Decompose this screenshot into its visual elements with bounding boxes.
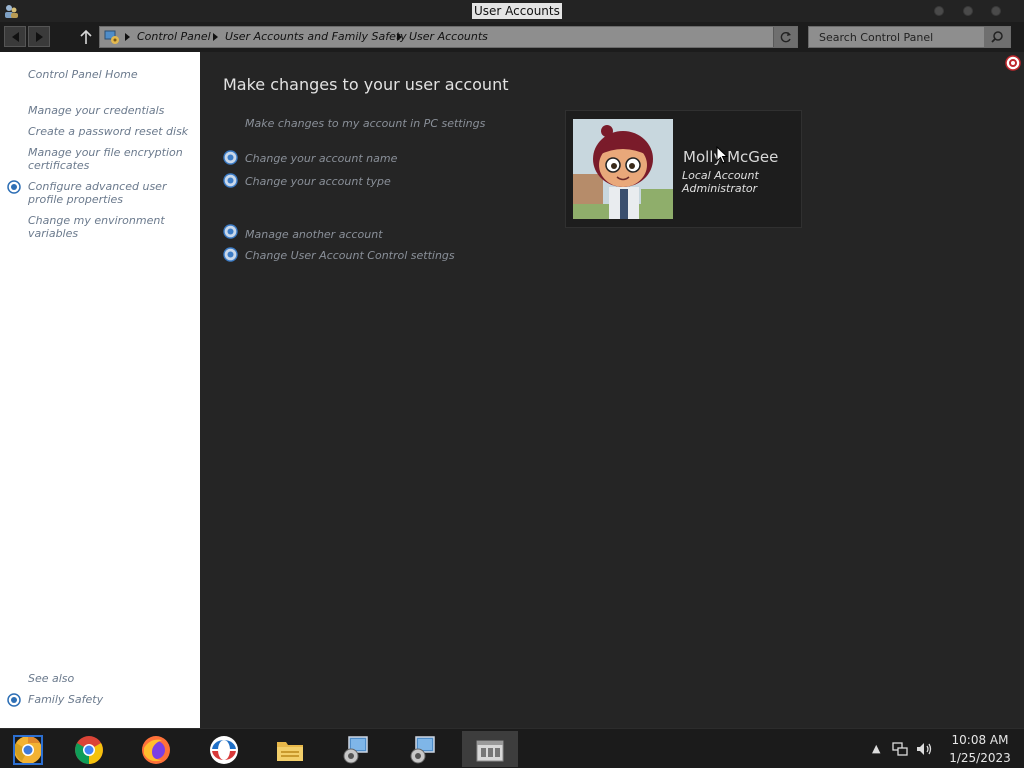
chrome-canary-icon: [13, 735, 43, 765]
mouse-cursor-icon: [716, 146, 728, 164]
breadcrumb-user-accounts-family-safety[interactable]: User Accounts and Family Safety: [225, 30, 407, 43]
manage-encryption-certificates-link[interactable]: Manage your file encryption certificates: [28, 146, 193, 172]
taskbar-opera[interactable]: [196, 731, 252, 767]
pc-settings-link[interactable]: Make changes to my account in PC setting…: [245, 117, 485, 130]
manage-another-account-link[interactable]: Manage another account: [245, 228, 383, 241]
breadcrumb-separator: [125, 33, 130, 41]
help-icon[interactable]: [1005, 55, 1021, 71]
taskbar-control-panel-2[interactable]: [395, 731, 451, 767]
network-icon[interactable]: [892, 741, 908, 757]
shield-icon: [7, 180, 21, 194]
see-also-heading: See also: [28, 672, 75, 685]
uac-settings-link[interactable]: Change User Account Control settings: [245, 249, 455, 262]
shield-icon: [223, 224, 238, 239]
back-button[interactable]: [4, 26, 26, 47]
change-account-name-link[interactable]: Change your account name: [245, 152, 397, 165]
user-name: Molly McGee: [683, 148, 779, 166]
search-button[interactable]: [984, 27, 1010, 47]
shield-icon: [223, 150, 238, 165]
breadcrumb-separator: [397, 33, 402, 41]
clock-time[interactable]: 10:08 AM: [940, 733, 1020, 747]
up-arrow-icon[interactable]: [78, 28, 94, 46]
taskbar-chrome[interactable]: [61, 731, 117, 767]
family-safety-link[interactable]: Family Safety: [28, 693, 193, 706]
configure-user-profile-link[interactable]: Configure advanced user profile properti…: [28, 180, 193, 206]
control-panel-icon: [343, 736, 368, 764]
user-account-card: Molly McGee Local Account Administrator: [565, 110, 802, 228]
window-switcher-icon: [476, 740, 504, 762]
main-content: Make changes to your user account Make c…: [200, 52, 1024, 728]
address-bar[interactable]: Control Panel User Accounts and Family S…: [99, 26, 798, 48]
firefox-icon: [142, 736, 170, 764]
shield-icon: [7, 693, 21, 707]
shield-icon: [223, 247, 238, 262]
avatar-picture: [573, 119, 673, 219]
breadcrumb-user-accounts[interactable]: User Accounts: [409, 30, 488, 43]
forward-button[interactable]: [28, 26, 50, 47]
back-arrow-icon: [12, 32, 19, 42]
control-panel-home-link[interactable]: Control Panel Home: [28, 68, 193, 81]
taskbar: ▲ 10:08 AM 1/25/2023: [0, 728, 1024, 768]
refresh-button[interactable]: [773, 27, 797, 47]
maximize-button[interactable]: [963, 6, 973, 16]
search-input[interactable]: [809, 27, 985, 47]
window-title: User Accounts: [472, 3, 562, 19]
chrome-icon: [75, 736, 103, 764]
volume-icon[interactable]: [916, 741, 934, 757]
taskbar-control-panel[interactable]: [328, 731, 384, 767]
account-role-label: Administrator: [682, 182, 758, 195]
control-panel-icon: [104, 30, 119, 44]
breadcrumb-separator: [213, 33, 218, 41]
taskbar-window-switcher[interactable]: [462, 731, 518, 767]
left-navigation-pane: Control Panel Home Manage your credentia…: [0, 52, 200, 728]
search-box[interactable]: [808, 26, 1011, 48]
user-accounts-icon: [5, 5, 18, 18]
show-hidden-icons-chevron-icon[interactable]: ▲: [872, 742, 880, 755]
breadcrumb-control-panel[interactable]: Control Panel: [137, 30, 211, 43]
refresh-icon: [780, 32, 791, 43]
change-account-type-link[interactable]: Change your account type: [245, 175, 391, 188]
opera-icon: [210, 736, 238, 764]
change-environment-variables-link[interactable]: Change my environment variables: [28, 214, 193, 240]
forward-arrow-icon: [36, 32, 43, 42]
create-password-reset-disk-link[interactable]: Create a password reset disk: [28, 125, 193, 138]
navigation-bar: Control Panel User Accounts and Family S…: [0, 22, 1024, 52]
folder-icon: [277, 742, 303, 761]
control-panel-icon: [410, 736, 435, 764]
taskbar-chrome-canary[interactable]: [0, 731, 56, 767]
account-type-label: Local Account: [682, 169, 759, 182]
clock-date[interactable]: 1/25/2023: [940, 751, 1020, 765]
taskbar-file-explorer[interactable]: [262, 731, 318, 767]
close-button[interactable]: [991, 6, 1001, 16]
taskbar-firefox[interactable]: [128, 731, 184, 767]
user-avatar[interactable]: [573, 119, 673, 219]
manage-credentials-link[interactable]: Manage your credentials: [28, 104, 193, 117]
search-icon: [991, 31, 1003, 43]
minimize-button[interactable]: [934, 6, 944, 16]
page-title: Make changes to your user account: [223, 75, 509, 94]
shield-icon: [223, 173, 238, 188]
title-bar: User Accounts: [0, 0, 1024, 22]
